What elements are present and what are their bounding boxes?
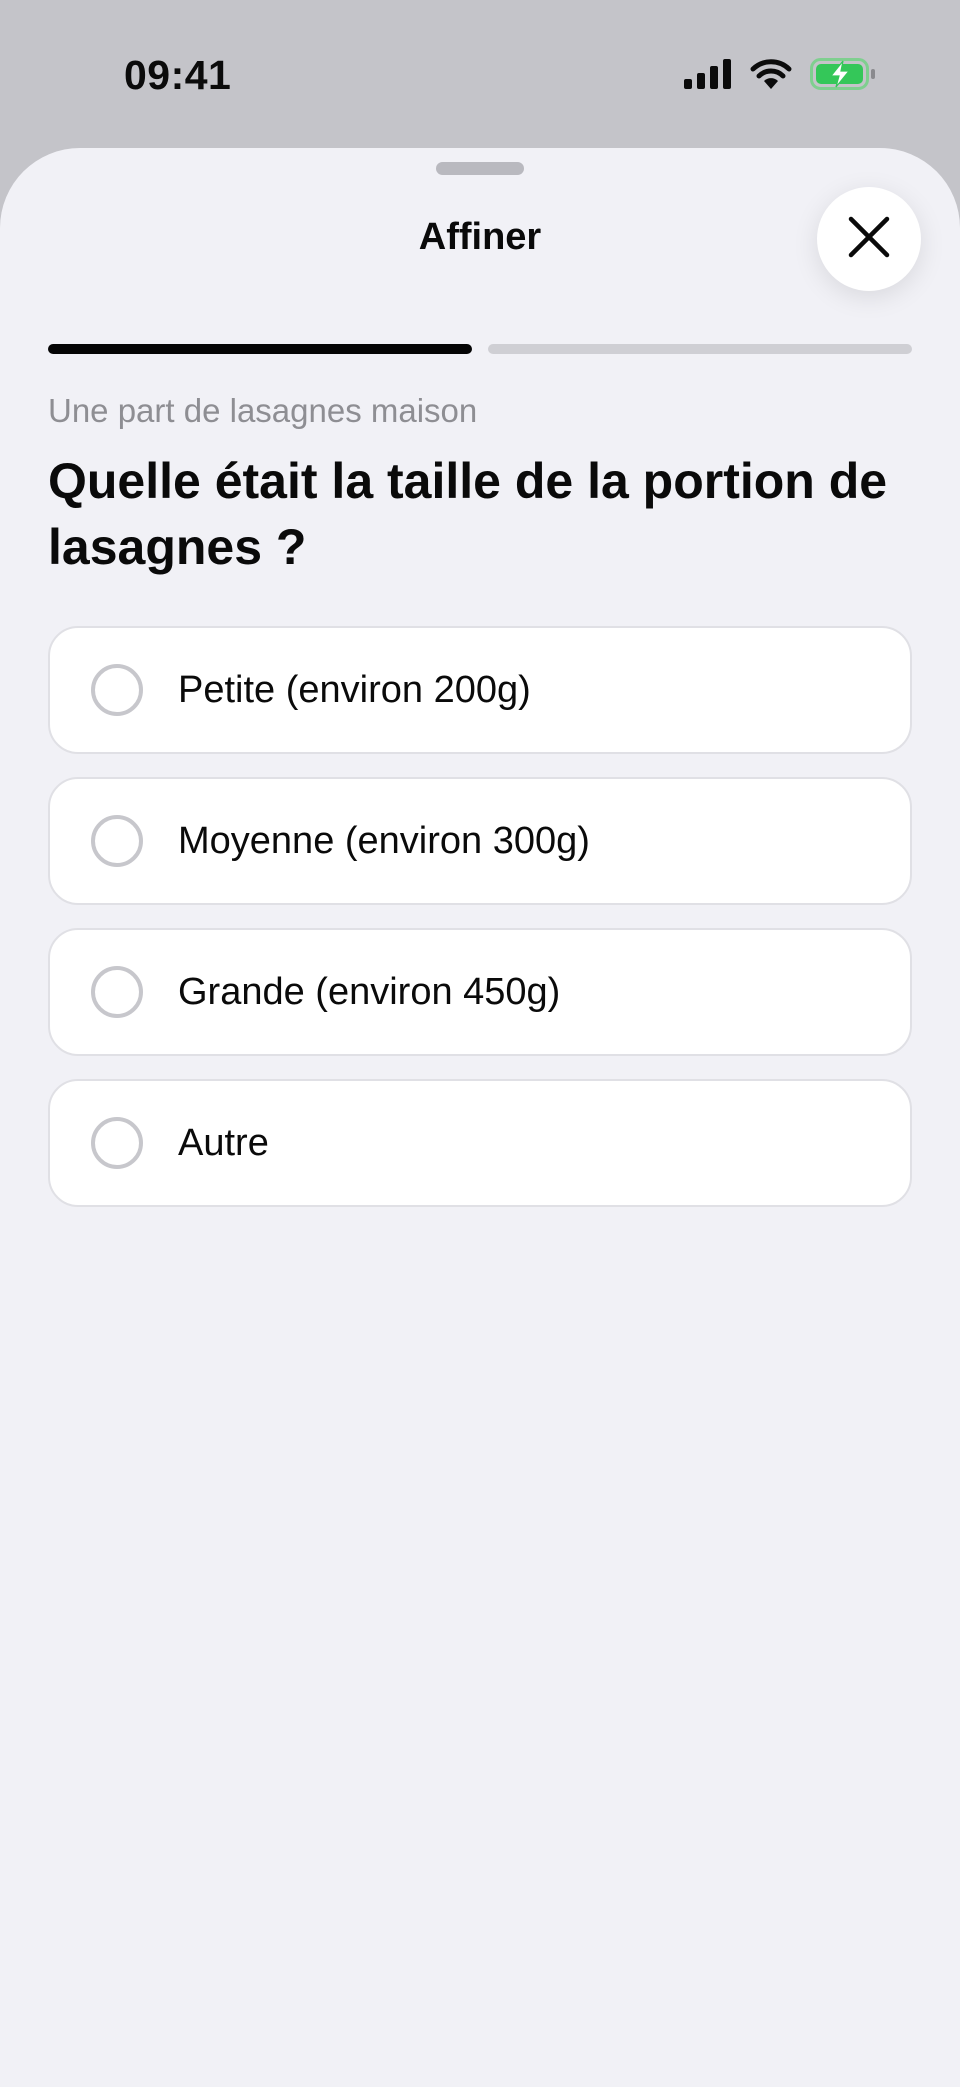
option-label: Grande (environ 450g) bbox=[178, 970, 561, 1013]
option-label: Moyenne (environ 300g) bbox=[178, 819, 590, 862]
radio-circle-icon[interactable] bbox=[91, 1117, 143, 1169]
option-autre[interactable]: Autre bbox=[48, 1079, 912, 1207]
status-bar: 09:41 bbox=[0, 0, 960, 150]
progress-segment-pending bbox=[488, 344, 912, 354]
sheet-title: Affiner bbox=[418, 216, 542, 258]
option-label: Petite (environ 200g) bbox=[178, 668, 531, 711]
status-time: 09:41 bbox=[124, 52, 232, 98]
option-petite[interactable]: Petite (environ 200g) bbox=[48, 626, 912, 754]
sheet-grabber[interactable] bbox=[436, 162, 524, 175]
battery-charging-icon bbox=[810, 58, 876, 90]
radio-circle-icon[interactable] bbox=[91, 664, 143, 716]
progress-segment-complete bbox=[48, 344, 472, 354]
option-moyenne[interactable]: Moyenne (environ 300g) bbox=[48, 777, 912, 905]
option-grande[interactable]: Grande (environ 450g) bbox=[48, 928, 912, 1056]
wifi-icon bbox=[750, 58, 792, 90]
portion-options: Petite (environ 200g) Moyenne (environ 3… bbox=[48, 626, 912, 1230]
cellular-signal-icon bbox=[684, 59, 732, 89]
refine-sheet: Affiner Une part de lasagnes maison Quel… bbox=[0, 148, 960, 2087]
option-label: Autre bbox=[178, 1121, 269, 1164]
radio-circle-icon[interactable] bbox=[91, 815, 143, 867]
meal-subtitle: Une part de lasagnes maison bbox=[48, 392, 478, 429]
close-button[interactable] bbox=[817, 187, 921, 291]
question-title: Quelle était la taille de la portion de … bbox=[48, 453, 888, 575]
close-icon bbox=[847, 215, 891, 264]
progress-bar bbox=[48, 344, 912, 354]
radio-circle-icon[interactable] bbox=[91, 966, 143, 1018]
status-icons bbox=[684, 58, 876, 90]
